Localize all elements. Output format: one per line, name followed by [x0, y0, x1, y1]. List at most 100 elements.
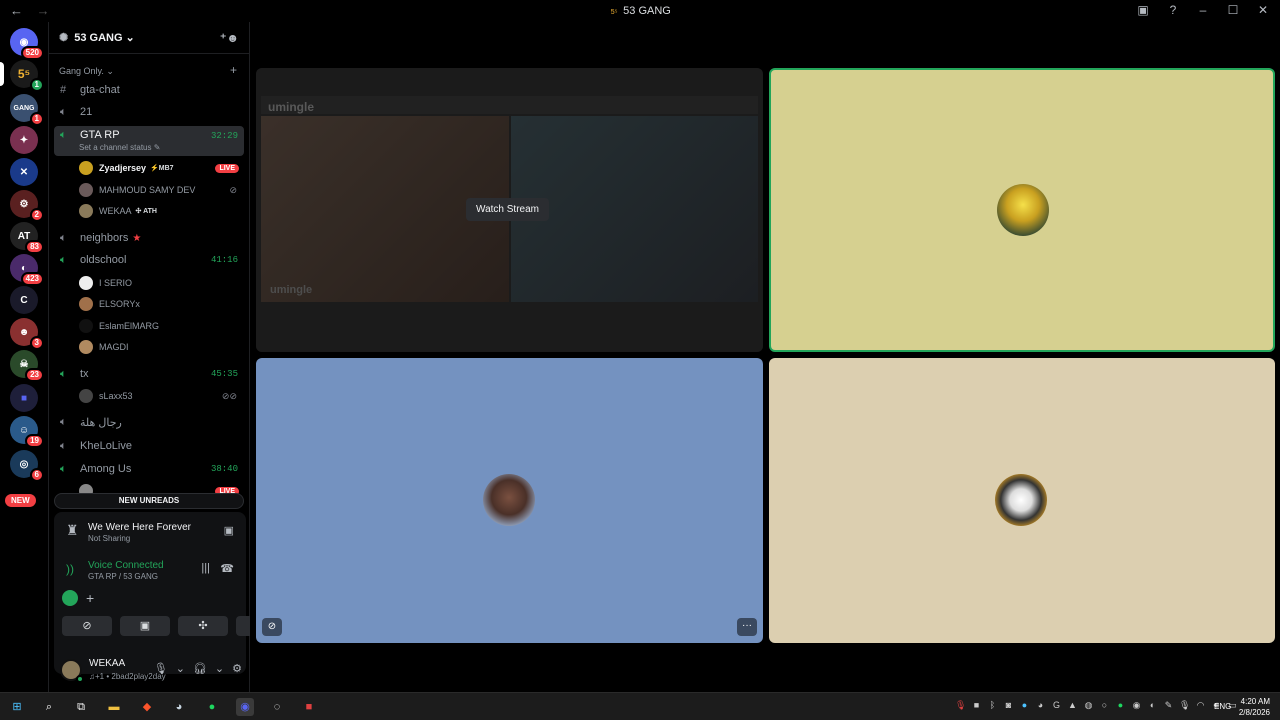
server-icon-6[interactable]: ◐ 423 — [10, 254, 44, 286]
tray-icon[interactable]: ● — [1019, 700, 1030, 711]
username[interactable]: WEKAA — [89, 658, 125, 669]
camera-off-button[interactable]: ⊘ — [62, 616, 112, 636]
channel-among-us[interactable]: 🔈︎ Among Us 38:40 — [54, 459, 244, 479]
member-tag: ✣ ATH — [135, 208, 157, 215]
voice-member[interactable]: MAHMOUD SAMY DEV ⊘ — [79, 180, 245, 200]
voice-connected-label[interactable]: Voice Connected — [88, 560, 164, 571]
participant-tile[interactable] — [769, 358, 1275, 643]
screen-share-button[interactable]: ▣ — [120, 616, 170, 636]
server-icon-3[interactable]: ✕ — [10, 158, 38, 186]
server-icon-1[interactable]: GANG 1 — [10, 94, 44, 126]
voice-member[interactable]: EslamElMARG — [79, 316, 245, 336]
channel-arabic[interactable]: 🔈︎ رجال هلة — [54, 412, 244, 432]
headphones-icon[interactable]: 🎧︎ — [193, 662, 207, 675]
server-icon-4[interactable]: ⚙ 2 — [10, 190, 44, 222]
discord-icon[interactable]: ◉ — [236, 698, 254, 716]
channel-gta-chat[interactable]: # gta-chat — [54, 80, 244, 100]
dm-home-icon[interactable]: ◉ 520 — [10, 28, 44, 60]
language-indicator[interactable]: ENG — [1214, 702, 1231, 711]
tray-icon[interactable]: 🎙︎ — [955, 700, 966, 711]
channel-neighbors[interactable]: 🔈︎ neighbors ★ — [54, 228, 244, 248]
speaker-icon: 🔈︎ — [60, 253, 67, 266]
voice-member[interactable]: Zyadjersey ⚡MB7 LIVE — [79, 158, 245, 178]
channel-oldschool[interactable]: 🔈︎ oldschool 41:16 — [54, 250, 244, 270]
server-header[interactable]: ✺ 53 GANG ⌄ ⁺☻ — [49, 22, 249, 54]
server-rail: ◉ 520 5⁵ 1 GANG 1 ✦ ✕ ⚙ 2 AT 83 ◐ 423 C ☻ 3 ☠ 23… — [0, 22, 48, 692]
channel-status[interactable]: Set a channel status ✎ — [79, 143, 160, 152]
tray-icon[interactable]: G — [1051, 700, 1062, 711]
category-label[interactable]: Gang Only. ⌄ — [59, 66, 114, 77]
server-icon-8[interactable]: ☻ 3 — [10, 318, 44, 350]
tray-icon[interactable]: ▲ — [1067, 700, 1078, 711]
server-icon-10[interactable]: ☺ 19 — [10, 416, 44, 448]
voice-channel-path[interactable]: GTA RP / 53 GANG — [88, 572, 158, 581]
voice-member[interactable]: sLaxx53 ⊘⊘ — [79, 386, 245, 406]
add-channel-icon[interactable]: + — [230, 63, 237, 77]
more-options-button[interactable]: ··· — [737, 618, 757, 636]
tray-icon[interactable]: ✎ — [1163, 700, 1174, 711]
server-53-badge: 1 — [29, 78, 44, 92]
add-reaction-icon[interactable]: + — [86, 590, 94, 606]
file-explorer-icon[interactable]: ▬ — [105, 698, 123, 716]
folder-icon[interactable]: ■ — [10, 384, 38, 412]
disconnect-icon[interactable]: ☎ — [220, 562, 234, 575]
invite-icon[interactable]: ⁺☻ — [220, 31, 239, 45]
server-53-gang-icon[interactable]: 5⁵ 1 — [10, 60, 44, 92]
channel-21[interactable]: 🔈︎ 21 — [54, 102, 244, 122]
maximize-button[interactable]: ☐ — [1226, 3, 1240, 17]
start-icon[interactable]: ⊞ — [8, 698, 26, 716]
new-pill[interactable]: NEW — [5, 494, 36, 507]
tray-icon[interactable]: ○ — [1099, 700, 1110, 711]
task-view-icon[interactable]: ⧉ — [72, 698, 90, 716]
channel-tx[interactable]: 🔈︎ tx 45:35 — [54, 364, 244, 384]
frog-emoji-icon[interactable] — [62, 590, 78, 606]
server-icon-11[interactable]: ◎ 6 — [10, 450, 44, 482]
inbox-icon[interactable]: ▣ — [1136, 3, 1150, 17]
new-unreads-button[interactable]: NEW UNREADS — [54, 493, 244, 509]
steam-tray-icon[interactable]: ◕ — [1035, 700, 1046, 711]
clock[interactable]: 4:20 AM 2/8/2026 — [1239, 696, 1270, 718]
wifi-icon[interactable]: ◠ — [1195, 700, 1206, 711]
server-icon-5[interactable]: AT 83 — [10, 222, 44, 254]
app-icon[interactable]: ◌ — [268, 698, 286, 716]
steam-icon[interactable]: ◕ — [170, 698, 188, 716]
close-button[interactable]: ✕ — [1256, 3, 1270, 17]
tray-icon[interactable]: ◉ — [1131, 700, 1142, 711]
tray-icon[interactable]: ■ — [971, 700, 982, 711]
voice-member[interactable]: ELSORYx — [79, 294, 245, 314]
bluetooth-icon[interactable]: ᛒ — [987, 700, 998, 711]
server-icon-9[interactable]: ☠ 23 — [10, 350, 44, 382]
microphone-icon[interactable]: 🎙︎ — [154, 662, 168, 675]
voice-member[interactable]: MAGDI — [79, 337, 245, 357]
voice-member[interactable]: I SERIO — [79, 273, 245, 293]
voice-member[interactable]: WEKAA ✣ ATH — [79, 201, 245, 221]
noise-suppression-icon[interactable]: ||| — [201, 562, 210, 574]
chevron-down-icon[interactable]: ⌄ — [176, 662, 185, 675]
spotify-icon[interactable]: ● — [203, 698, 221, 716]
member-name: MAHMOUD SAMY DEV — [99, 185, 196, 195]
avatar — [79, 276, 93, 290]
minimize-button[interactable]: – — [1196, 3, 1210, 17]
search-icon[interactable]: ⌕ — [40, 698, 58, 716]
tray-icon[interactable]: ◐ — [1147, 700, 1158, 711]
help-icon[interactable]: ? — [1166, 3, 1180, 17]
tray-icon[interactable]: ◍ — [1083, 700, 1094, 711]
participant-tile-speaking[interactable] — [769, 68, 1275, 352]
server-icon-2[interactable]: ✦ — [10, 126, 38, 154]
system-tray: 🎙︎ ■ ᛒ ◙ ● ◕ G ▲ ◍ ○ ● ◉ ◐ ✎ 🎙︎ ◠ 🔊︎ ▭ — [955, 700, 1238, 711]
channel-gta-rp[interactable]: 🔈︎ GTA RP 32:29 Set a channel status ✎ — [54, 126, 244, 156]
app-icon[interactable]: ■ — [300, 698, 318, 716]
tray-icon[interactable]: ◙ — [1003, 700, 1014, 711]
channel-khelolive[interactable]: 🔈︎ KheLoLive — [54, 436, 244, 456]
share-screen-icon[interactable]: ▣ — [224, 524, 234, 537]
spotify-tray-icon[interactable]: ● — [1115, 700, 1126, 711]
participant-tile[interactable]: ⊘ ··· — [256, 358, 763, 643]
brave-icon[interactable]: ◆ — [138, 698, 156, 716]
chevron-down-icon[interactable]: ⌄ — [215, 662, 224, 675]
mic-tray-icon[interactable]: 🎙︎ — [1179, 700, 1190, 711]
stream-tile[interactable]: umingle umingle Watch Stream — [256, 68, 763, 352]
watch-stream-button[interactable]: Watch Stream — [466, 198, 549, 221]
server-icon-7[interactable]: C — [10, 286, 38, 314]
settings-gear-icon[interactable]: ⚙ — [232, 662, 242, 675]
activities-button[interactable]: ✣ — [178, 616, 228, 636]
